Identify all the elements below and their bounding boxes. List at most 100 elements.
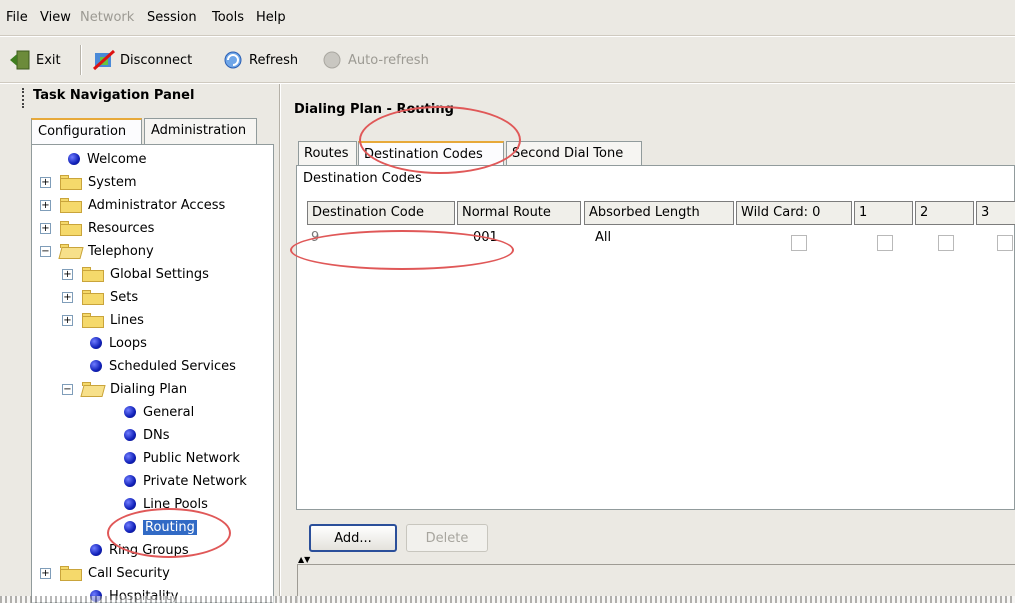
exit-label: Exit <box>36 52 61 68</box>
tree-item-dns[interactable]: DNs <box>124 425 170 445</box>
tree-item-call-security[interactable]: + Call Security <box>40 563 170 583</box>
tree-label: Ring Groups <box>109 542 189 558</box>
tree-label: Dialing Plan <box>110 381 188 397</box>
tree-label: Administrator Access <box>88 197 226 213</box>
folder-icon <box>60 197 82 213</box>
tree-label: Line Pools <box>143 496 208 512</box>
tree-label: DNs <box>143 427 170 443</box>
cell-normal-route[interactable]: 001 <box>473 230 498 245</box>
column-normal-route[interactable]: Normal Route <box>457 201 581 225</box>
bullet-icon <box>68 153 80 165</box>
bullet-icon <box>90 337 102 349</box>
checkbox-2[interactable] <box>938 235 954 251</box>
tree-item-system[interactable]: + System <box>40 172 136 192</box>
task-navigation-panel: Task Navigation Panel Configuration Admi… <box>0 84 280 603</box>
status-strip <box>0 596 1015 603</box>
column-2[interactable]: 2 <box>915 201 974 225</box>
toolbar: Exit Disconnect Refresh Auto-refresh <box>0 37 1015 83</box>
refresh-icon <box>221 49 245 71</box>
menu-network[interactable]: Network <box>80 10 134 25</box>
folder-icon <box>82 289 104 305</box>
splitter-arrows-icon[interactable]: ▲▼ <box>298 555 310 564</box>
column-wild-card-0[interactable]: Wild Card: 0 <box>736 201 852 225</box>
bullet-icon <box>124 429 136 441</box>
tree-item-sets[interactable]: + Sets <box>62 287 138 307</box>
tree-item-routing[interactable]: Routing <box>124 517 197 537</box>
cell-absorbed-length[interactable]: All <box>595 230 611 245</box>
column-1[interactable]: 1 <box>854 201 913 225</box>
checkbox-wild-card-0[interactable] <box>791 235 807 251</box>
menu-tools[interactable]: Tools <box>212 10 244 25</box>
exit-door-icon <box>8 49 32 71</box>
refresh-label: Refresh <box>249 52 299 68</box>
folder-icon <box>60 565 82 581</box>
folder-icon <box>60 174 82 190</box>
tree-item-resources[interactable]: + Resources <box>40 218 154 238</box>
expand-plus-icon[interactable]: + <box>40 567 51 579</box>
open-folder-icon <box>58 243 84 259</box>
exit-button[interactable]: Exit <box>8 47 61 73</box>
bullet-icon <box>124 498 136 510</box>
expand-plus-icon[interactable]: + <box>62 291 73 303</box>
tree-item-welcome[interactable]: Welcome <box>68 149 146 169</box>
tree-item-public-network[interactable]: Public Network <box>124 448 240 468</box>
collapse-minus-icon[interactable]: − <box>40 245 51 257</box>
cell-destination-code[interactable]: 9 <box>311 230 319 245</box>
menu-view[interactable]: View <box>40 10 71 25</box>
tree-item-scheduled-services[interactable]: Scheduled Services <box>90 356 236 376</box>
expand-plus-icon[interactable]: + <box>40 176 51 188</box>
tree-item-telephony[interactable]: − Telephony <box>40 241 154 261</box>
bullet-icon <box>90 544 102 556</box>
tree-item-private-network[interactable]: Private Network <box>124 471 247 491</box>
column-destination-code[interactable]: Destination Code <box>307 201 455 225</box>
checkbox-3[interactable] <box>997 235 1013 251</box>
tree-item-loops[interactable]: Loops <box>90 333 147 353</box>
tab-configuration[interactable]: Configuration <box>31 118 142 145</box>
tree-label: Call Security <box>88 565 170 581</box>
bullet-icon <box>90 360 102 372</box>
bullet-icon <box>124 475 136 487</box>
expand-plus-icon[interactable]: + <box>62 314 73 326</box>
tab-second-dial-tone[interactable]: Second Dial Tone <box>506 141 642 165</box>
tab-administration[interactable]: Administration <box>144 118 257 144</box>
folder-icon <box>82 312 104 328</box>
tree-item-dialing-plan[interactable]: − Dialing Plan <box>62 379 187 399</box>
menu-help[interactable]: Help <box>256 10 286 25</box>
tree-label: Resources <box>88 220 155 236</box>
tree-item-administrator-access[interactable]: + Administrator Access <box>40 195 225 215</box>
column-3[interactable]: 3 <box>976 201 1015 225</box>
tab-destination-codes[interactable]: Destination Codes <box>358 141 504 166</box>
expand-plus-icon[interactable]: + <box>40 199 51 211</box>
tree-item-ring-groups[interactable]: Ring Groups <box>90 540 189 560</box>
page-title: Dialing Plan - Routing <box>294 102 454 117</box>
tree-item-general[interactable]: General <box>124 402 194 422</box>
panel-grip[interactable] <box>22 88 24 108</box>
tree-label: Loops <box>109 335 147 351</box>
tree-item-lines[interactable]: + Lines <box>62 310 144 330</box>
menu-bar: File View Network Session Tools Help <box>0 0 1015 36</box>
auto-refresh-button[interactable]: Auto-refresh <box>320 47 429 73</box>
add-button[interactable]: Add... <box>309 524 397 552</box>
checkbox-1[interactable] <box>877 235 893 251</box>
tree-label: Welcome <box>87 151 147 167</box>
expand-plus-icon[interactable]: + <box>40 222 51 234</box>
folder-icon <box>60 220 82 236</box>
tab-routes[interactable]: Routes <box>298 141 357 165</box>
tree-label: Telephony <box>88 243 154 259</box>
collapse-minus-icon[interactable]: − <box>62 383 73 395</box>
tree-label: Scheduled Services <box>109 358 236 374</box>
folder-icon <box>82 266 104 282</box>
tree-item-global-settings[interactable]: + Global Settings <box>62 264 209 284</box>
expand-plus-icon[interactable]: + <box>62 268 73 280</box>
refresh-button[interactable]: Refresh <box>221 47 298 73</box>
tree-label-selected: Routing <box>143 519 197 535</box>
menu-file[interactable]: File <box>6 10 28 25</box>
menu-session[interactable]: Session <box>147 10 197 25</box>
disconnect-button[interactable]: Disconnect <box>92 47 192 73</box>
column-absorbed-length[interactable]: Absorbed Length <box>584 201 734 225</box>
tree-label: Public Network <box>143 450 240 466</box>
delete-button[interactable]: Delete <box>406 524 488 552</box>
tree-item-line-pools[interactable]: Line Pools <box>124 494 208 514</box>
bullet-icon <box>124 406 136 418</box>
bullet-icon <box>124 521 136 533</box>
